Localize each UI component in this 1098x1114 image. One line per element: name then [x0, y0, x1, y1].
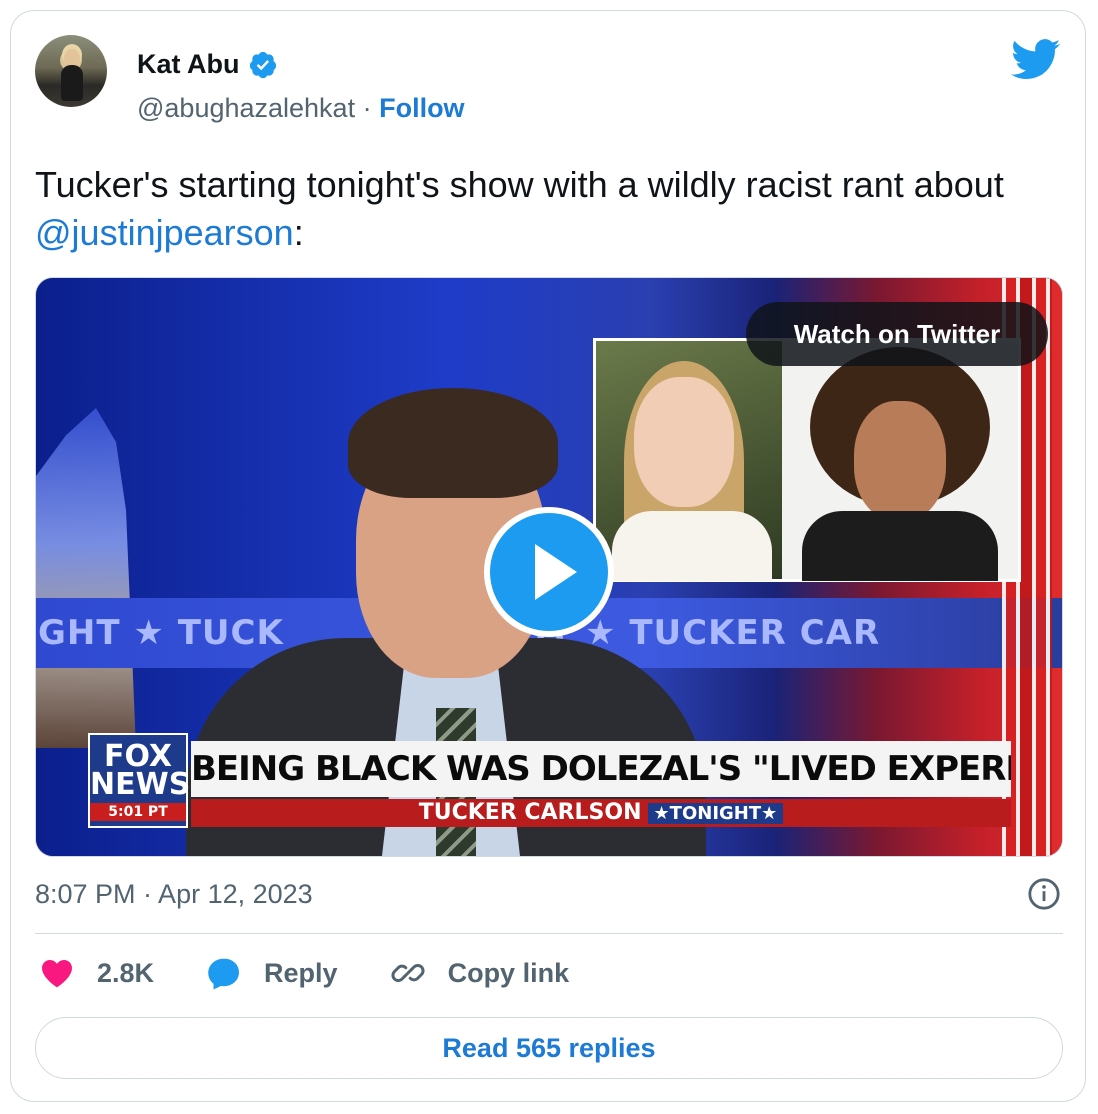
- reply-button[interactable]: Reply: [206, 955, 338, 991]
- tweet-text: Tucker's starting tonight's show with a …: [35, 161, 1055, 257]
- handle-separator: ·: [355, 93, 380, 123]
- heart-icon: [42, 959, 72, 988]
- watch-on-twitter-button[interactable]: Watch on Twitter: [746, 302, 1048, 366]
- reply-label: Reply: [264, 957, 338, 988]
- copy-link-label: Copy link: [447, 957, 570, 988]
- fox-news-logo: FOX NEWS 5:01 PT: [88, 733, 190, 828]
- chyron-show: TUCKER CARLSON ★TONIGHT★: [191, 799, 1011, 827]
- chyron-headline: BEING BLACK WAS DOLEZAL'S "LIVED EXPERIE…: [191, 741, 1011, 797]
- timestamp[interactable]: 8:07 PM · Apr 12, 2023: [35, 879, 313, 910]
- tweet-card: Kat Abu @abughazalehkat · Follow Tucker'…: [10, 10, 1086, 1102]
- like-button[interactable]: 2.8K: [39, 955, 154, 991]
- read-replies-button[interactable]: Read 565 replies: [35, 1017, 1063, 1079]
- copy-link-button[interactable]: Copy link: [390, 955, 570, 991]
- video-thumbnail[interactable]: GHT ★ TUCK IGHT ★ TUCKER CAR FOX NEWS 5:0…: [35, 277, 1063, 857]
- author-name-row: Kat Abu: [137, 49, 278, 80]
- twitter-bird-icon[interactable]: [1011, 39, 1061, 81]
- action-bar: 2.8K Reply Copy link: [39, 955, 621, 991]
- avatar[interactable]: [35, 35, 107, 107]
- tweet-text-body: Tucker's starting tonight's show with a …: [35, 164, 1004, 205]
- reply-bubble-icon: [208, 958, 240, 990]
- tweet-text-end: :: [293, 212, 304, 253]
- author-name[interactable]: Kat Abu: [137, 49, 240, 80]
- follow-button[interactable]: Follow: [379, 93, 464, 124]
- mention-link[interactable]: @justinjpearson: [35, 212, 294, 253]
- author-handle[interactable]: @abughazalehkat: [137, 93, 355, 124]
- chyron: FOX NEWS 5:01 PT BEING BLACK WAS DOLEZAL'…: [88, 733, 1011, 833]
- play-icon[interactable]: [483, 506, 615, 638]
- inset-photos: [593, 338, 1021, 582]
- inset-photo-right: [782, 341, 1018, 581]
- like-count: 2.8K: [97, 957, 155, 988]
- inset-photo-left: [596, 341, 782, 581]
- author-handle-row: @abughazalehkat · Follow: [137, 93, 465, 124]
- divider: [35, 933, 1063, 934]
- verified-badge-icon: [249, 51, 276, 78]
- info-icon[interactable]: [1027, 877, 1061, 911]
- link-icon: [391, 963, 425, 983]
